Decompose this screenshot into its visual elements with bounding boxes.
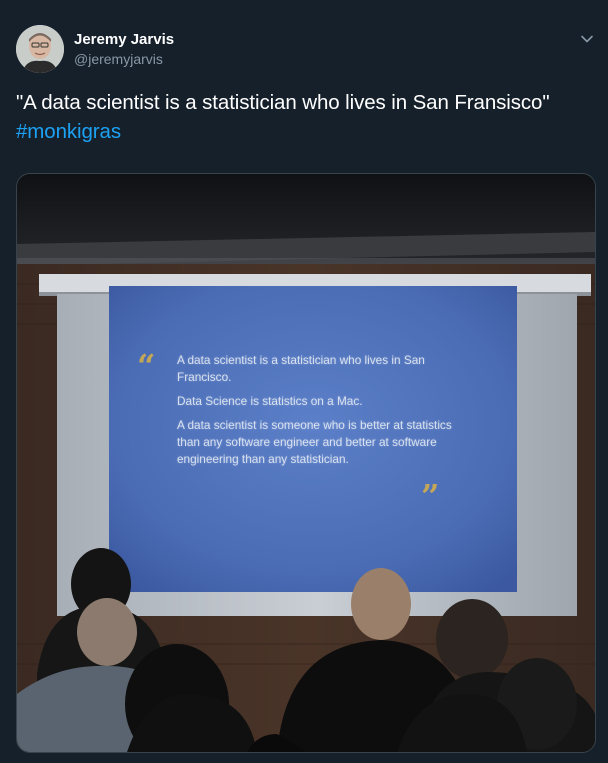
slide-line: Data Science is statistics on a Mac. (177, 394, 363, 408)
slide-text: A data scientist is a statistician who l… (177, 352, 477, 475)
author-display-name[interactable]: Jeremy Jarvis (74, 30, 174, 50)
slide-quote-open: “ (137, 347, 156, 385)
slide-line: A data scientist is a statistician who l… (177, 353, 425, 384)
slide-line: A data scientist is someone who is bette… (177, 418, 452, 466)
author-handle[interactable]: @jeremyjarvis (74, 50, 174, 68)
slide-quote-close: ” (421, 477, 440, 515)
avatar[interactable] (16, 25, 64, 73)
tweet-header: Jeremy Jarvis @jeremyjarvis (16, 24, 174, 74)
tweet-text: "A data scientist is a statistician who … (16, 88, 586, 146)
hashtag-link[interactable]: #monkigras (16, 120, 121, 143)
avatar-image (16, 25, 64, 73)
tweet-photo[interactable]: “ A data scientist is a statistician who… (16, 173, 596, 753)
tweet-card: Jeremy Jarvis @jeremyjarvis "A data scie… (0, 0, 608, 763)
chevron-down-icon[interactable] (578, 30, 596, 48)
tweet-body: "A data scientist is a statistician who … (16, 91, 550, 114)
author-names: Jeremy Jarvis @jeremyjarvis (74, 30, 174, 68)
